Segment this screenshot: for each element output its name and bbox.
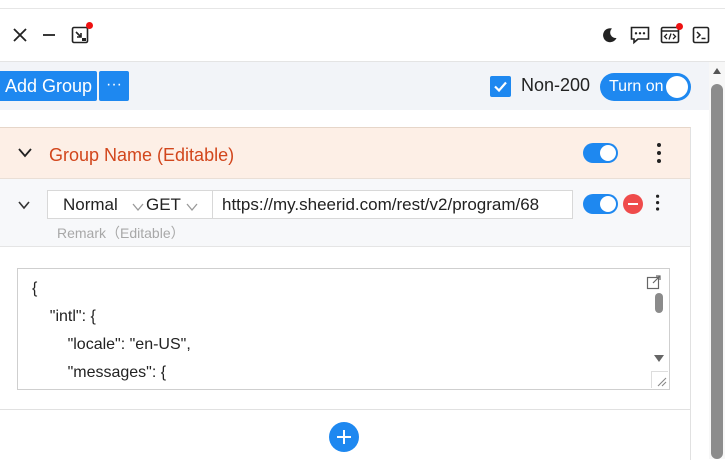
group-header[interactable]: Group Name (Editable) [0, 128, 690, 179]
scroll-up-arrow-icon[interactable] [713, 68, 721, 74]
window-top-edge [0, 0, 725, 9]
rule-menu-icon[interactable] [652, 193, 663, 212]
non200-label: Non-200 [521, 75, 591, 95]
moon-icon[interactable] [598, 23, 622, 47]
url-value: https://my.sheerid.com/rest/v2/program/6… [222, 195, 540, 214]
chevron-down-icon[interactable] [17, 146, 33, 165]
editor-scrollbar[interactable] [653, 289, 666, 364]
close-icon[interactable] [8, 23, 32, 47]
url-input[interactable]: https://my.sheerid.com/rest/v2/program/6… [212, 190, 573, 219]
checkmark-icon [494, 81, 507, 93]
rule-enable-toggle[interactable] [583, 194, 618, 214]
page-scrollbar-thumb[interactable] [711, 84, 723, 459]
code-content: { "intl": { "locale": "en-US", "messages… [32, 279, 191, 389]
non200-checkbox[interactable] [490, 76, 511, 97]
title-bar [0, 9, 725, 62]
panel-footer [0, 409, 690, 461]
more-options-button[interactable]: ··· [99, 71, 129, 101]
delete-rule-button[interactable] [623, 194, 643, 214]
popout-icon[interactable] [68, 22, 93, 47]
resize-handle-icon[interactable] [651, 371, 668, 388]
chevron-down-icon[interactable] [186, 199, 198, 217]
code-line: "messages": { [32, 364, 167, 381]
code-line: "locale": "en-US", [32, 336, 191, 353]
toolbar: Add Group ··· Non-200 Turn on [0, 62, 709, 110]
remark-field[interactable]: Remark（Editable） [57, 223, 185, 243]
rule-row: Normal GET https://my.sheerid.com/rest/v… [0, 179, 690, 247]
page-scrollbar[interactable] [709, 62, 725, 459]
method-select[interactable]: GET [146, 195, 181, 215]
chevron-down-icon[interactable] [17, 198, 31, 216]
toggle-knob [666, 76, 688, 98]
chevron-down-icon[interactable] [132, 199, 144, 217]
plus-icon [337, 430, 351, 444]
code-icon[interactable] [658, 23, 683, 47]
group-menu-icon[interactable] [652, 141, 666, 165]
minimize-icon[interactable] [37, 23, 61, 47]
terminal-icon[interactable] [689, 23, 713, 47]
chat-icon[interactable] [628, 23, 652, 47]
notification-dot [676, 23, 683, 30]
group-name[interactable]: Group Name (Editable) [49, 145, 234, 166]
turn-on-toggle[interactable]: Turn on [600, 73, 691, 101]
add-group-button[interactable]: Add Group [0, 71, 97, 101]
rule-type-selects: Normal GET [47, 190, 213, 219]
scroll-down-arrow-icon[interactable] [654, 355, 664, 362]
add-rule-button[interactable] [329, 422, 359, 452]
rules-panel: Group Name (Editable) Normal GET https:/… [0, 127, 691, 461]
code-line: "intl": { [32, 308, 96, 325]
group-enable-toggle[interactable] [583, 143, 618, 163]
response-editor[interactable]: { "intl": { "locale": "en-US", "messages… [17, 268, 670, 390]
notification-dot [86, 22, 93, 29]
code-line: { [32, 280, 38, 297]
turn-on-label: Turn on [609, 78, 664, 95]
scrollbar-thumb[interactable] [655, 293, 663, 313]
match-mode-select[interactable]: Normal [63, 195, 118, 215]
